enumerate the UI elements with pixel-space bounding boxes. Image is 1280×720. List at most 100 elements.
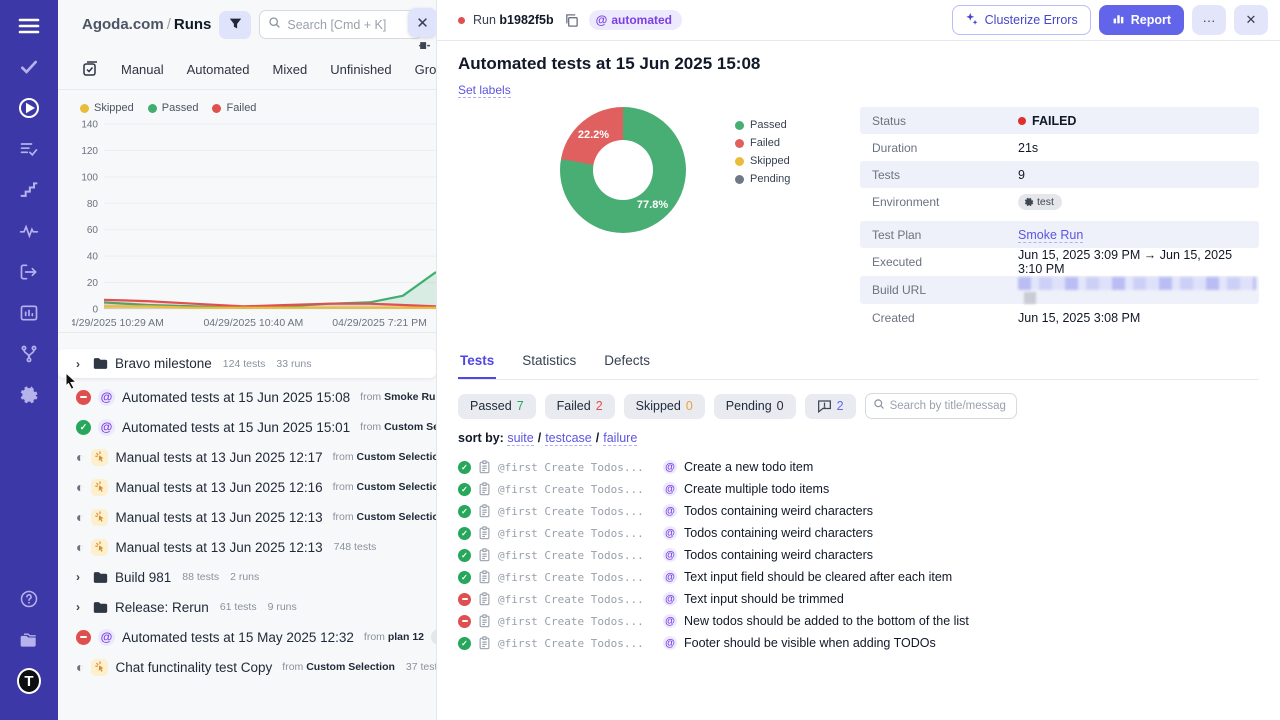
test-row[interactable]: @first Create Todos... @ Text input field … — [458, 566, 1259, 588]
testomat-logo[interactable]: T — [17, 668, 41, 694]
analytics-pulse-icon[interactable] — [17, 219, 41, 243]
test-row[interactable]: @first Create Todos... @ Todos containing … — [458, 544, 1259, 566]
svg-text:0: 0 — [92, 305, 98, 316]
run-row[interactable]: ◐ Manual tests at 13 Jun 2025 12:13 from C… — [58, 502, 436, 532]
more-actions-button[interactable]: ··· — [1192, 5, 1226, 35]
runs-tab-unfinished[interactable]: Unfinished — [330, 62, 391, 77]
run-group-row[interactable]: › Release: Rerun 61 tests 9 runs — [58, 592, 436, 622]
run-group-row[interactable]: › Bravo milestone 124 tests 33 runs — [58, 349, 436, 378]
chevron-right-icon[interactable]: › — [76, 570, 86, 584]
runs-search[interactable] — [259, 10, 422, 39]
run-title: Manual tests at 13 Jun 2025 12:17 — [115, 449, 323, 465]
test-row[interactable]: @first Create Todos... @ Create a new todo… — [458, 456, 1259, 478]
clusterize-errors-button[interactable]: Clusterize Errors — [951, 5, 1091, 35]
runs-tab-groups[interactable]: Groups — [415, 62, 436, 77]
tests-check-icon[interactable] — [17, 55, 41, 79]
copy-run-id-button[interactable] — [562, 11, 581, 30]
environment-badge[interactable]: test — [1018, 193, 1062, 210]
projects-folder-icon[interactable] — [17, 628, 41, 652]
test-suite: @first Create Todos... — [498, 592, 644, 606]
legend-item-passed[interactable]: Passed — [147, 102, 198, 114]
detail-value: FAILED — [1018, 114, 1076, 128]
help-icon[interactable] — [17, 587, 41, 611]
run-row[interactable]: ◐ Manual tests at 13 Jun 2025 12:13 748 te… — [58, 532, 436, 562]
reports-chart-icon[interactable] — [17, 301, 41, 325]
tab-defects[interactable]: Defects — [602, 347, 652, 379]
filter-failed[interactable]: Failed 2 — [544, 393, 615, 419]
test-plans-icon[interactable] — [17, 137, 41, 161]
chevron-right-icon[interactable]: › — [76, 600, 86, 614]
filter-pending[interactable]: Pending 0 — [713, 393, 796, 419]
set-labels-link[interactable]: Set labels — [458, 83, 511, 98]
run-tests-count: 37 tests — [405, 661, 436, 673]
automated-test-icon: @ — [663, 570, 677, 585]
run-row[interactable]: @ Automated tests at 15 Jun 2025 15:08 fro… — [58, 382, 436, 412]
build-url-redacted[interactable] — [1018, 277, 1256, 291]
test-row[interactable]: @first Create Todos... @ Todos containing … — [458, 522, 1259, 544]
test-row[interactable]: @first Create Todos... @ New todos should … — [458, 610, 1259, 632]
sort-option-failure[interactable]: failure — [603, 431, 638, 447]
run-group-row[interactable]: › Build 981 88 tests 2 runs — [58, 562, 436, 592]
menu-icon[interactable] — [17, 14, 41, 38]
donut-legend-skipped[interactable]: Skipped — [735, 155, 790, 167]
run-row[interactable]: @ Automated tests at 15 May 2025 12:32 fro… — [58, 622, 436, 652]
chevron-right-icon[interactable]: › — [76, 357, 86, 371]
group-tests-count: 88 tests — [182, 571, 220, 583]
runs-search-input[interactable] — [287, 17, 413, 32]
sort-option-testcase[interactable]: testcase — [545, 431, 592, 447]
group-tests-count: 61 tests — [219, 601, 257, 613]
close-run-button[interactable]: ✕ — [1234, 5, 1268, 35]
run-detail-content: Automated tests at 15 Jun 2025 15:08 Set… — [437, 41, 1280, 654]
sort-option-suite[interactable]: suite — [507, 431, 534, 447]
runs-tab-automated[interactable]: Automated — [187, 62, 250, 77]
legend-dot — [735, 120, 744, 130]
filter-skipped[interactable]: Skipped 0 — [623, 393, 705, 419]
test-title: Create multiple todo items — [684, 482, 830, 497]
detail-row-status: Status FAILED — [860, 107, 1259, 134]
pin-icon[interactable] — [418, 38, 431, 56]
clipboard-icon — [478, 548, 491, 562]
test-row[interactable]: @first Create Todos... @ Footer should be … — [458, 632, 1259, 654]
run-row[interactable]: ◐ Manual tests at 13 Jun 2025 12:17 from C… — [58, 442, 436, 472]
run-details-table: Status FAILED Duration 21s Tests 9 Environment… — [860, 107, 1259, 331]
test-row[interactable]: @first Create Todos... @ Todos containing … — [458, 500, 1259, 522]
run-row[interactable]: @ Automated tests at 15 Jun 2025 15:01 fro… — [58, 412, 436, 442]
donut-legend-pending[interactable]: Pending — [735, 173, 790, 185]
tests-search[interactable] — [864, 393, 1017, 420]
legend-item-skipped[interactable]: Skipped — [80, 102, 134, 114]
test-plan-link[interactable]: Smoke Run — [1018, 227, 1084, 243]
run-source: from Smoke Run — [360, 391, 436, 403]
branches-icon[interactable] — [17, 342, 41, 366]
test-row[interactable]: @first Create Todos... @ Create multiple t… — [458, 478, 1259, 500]
panel-close-button[interactable]: ✕ — [408, 8, 436, 37]
runs-tab-manual[interactable]: Manual — [121, 62, 164, 77]
run-row[interactable]: ◐ Manual tests at 13 Jun 2025 12:16 from C… — [58, 472, 436, 502]
filter-passed[interactable]: Passed 7 — [458, 393, 536, 419]
run-tag-automated[interactable]: @ automated — [588, 10, 683, 30]
clipboard-icon — [478, 614, 491, 628]
test-suite: @first Create Todos... — [498, 504, 644, 518]
filter-comments[interactable]: 2 — [804, 393, 856, 419]
import-icon[interactable] — [17, 260, 41, 284]
run-row[interactable]: ◐ Chat functinality test Copy from Custom … — [58, 652, 436, 682]
test-row[interactable]: @first Create Todos... @ Text input should… — [458, 588, 1259, 610]
group-tests-count: 124 tests — [222, 357, 266, 370]
legend-item-failed[interactable]: Failed — [212, 102, 256, 114]
report-button[interactable]: Report — [1098, 5, 1184, 35]
detail-row-created: Created Jun 15, 2025 3:08 PM — [860, 304, 1259, 331]
failed-status-icon — [76, 629, 91, 645]
filter-button[interactable] — [219, 10, 252, 39]
breadcrumb-project[interactable]: Agoda.com — [82, 16, 164, 33]
runs-tab-mixed[interactable]: Mixed — [273, 62, 308, 77]
settings-gear-icon[interactable] — [17, 383, 41, 407]
test-suite: @first Create Todos... — [498, 614, 644, 628]
tests-search-input[interactable] — [889, 400, 1009, 413]
tab-statistics[interactable]: Statistics — [520, 347, 578, 379]
donut-legend-passed[interactable]: Passed — [735, 119, 790, 131]
filter-count: 0 — [685, 399, 693, 414]
runs-play-icon[interactable] — [17, 96, 41, 120]
milestones-steps-icon[interactable] — [17, 178, 41, 202]
tab-tests[interactable]: Tests — [458, 347, 497, 380]
donut-legend-failed[interactable]: Failed — [735, 137, 790, 149]
select-runs-icon[interactable] — [82, 61, 98, 77]
